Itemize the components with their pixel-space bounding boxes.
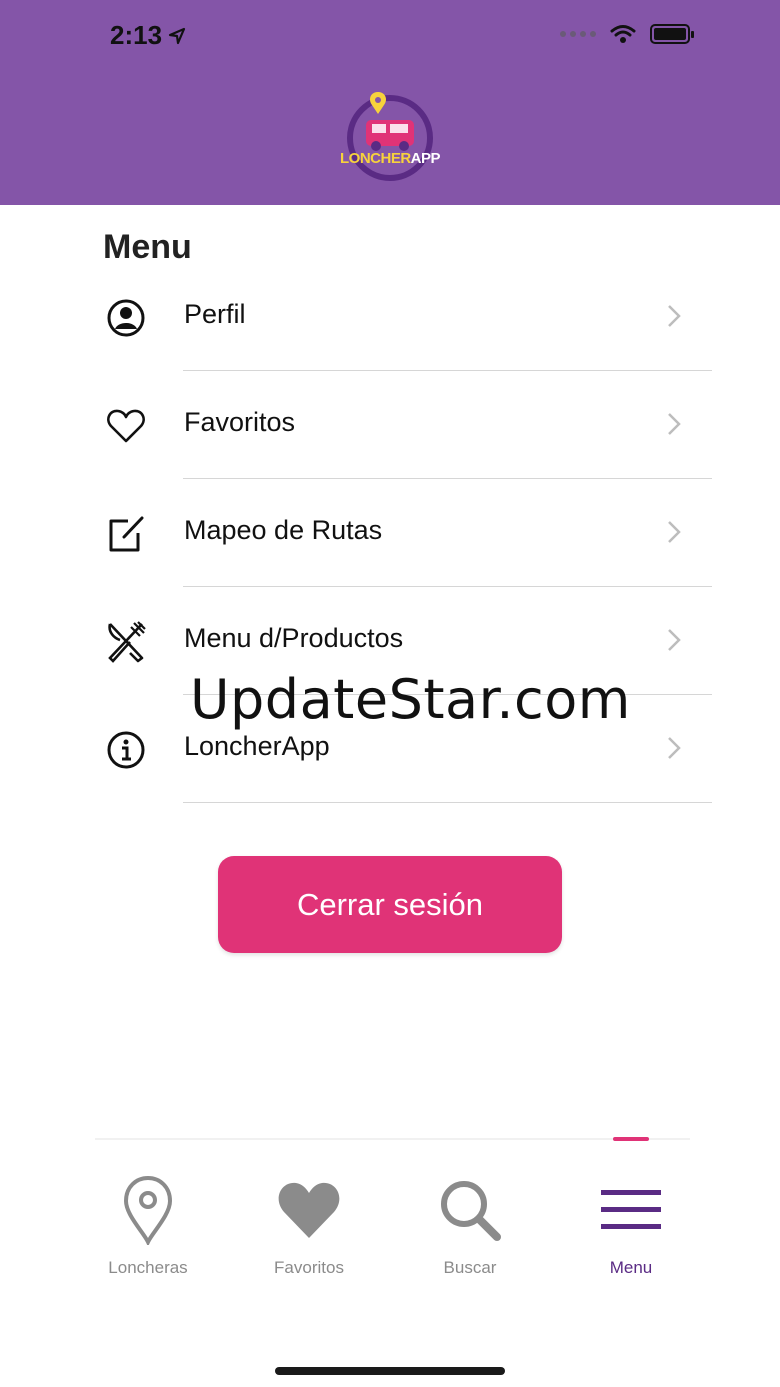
app-header: 2:13 LONCHERAPP xyxy=(0,0,780,205)
user-circle-icon xyxy=(104,296,148,340)
status-time-text: 2:13 xyxy=(110,20,163,50)
heart-outline-icon xyxy=(104,404,148,448)
menu-item-label: Menu d/Productos xyxy=(184,623,404,653)
menu-item-label: Perfil xyxy=(184,299,246,329)
chevron-right-icon xyxy=(668,413,681,435)
tab-menu[interactable]: Menu xyxy=(561,1172,701,1282)
logo-text: LONCHERAPP xyxy=(340,150,441,167)
tab-label: Menu xyxy=(609,1258,653,1277)
chevron-right-icon xyxy=(668,737,681,759)
signal-dots-icon xyxy=(560,31,596,37)
heart-icon xyxy=(239,1172,379,1248)
tabbar-divider xyxy=(95,1138,690,1140)
tab-loncheras[interactable]: Loncheras xyxy=(78,1172,218,1282)
battery-icon xyxy=(650,24,694,44)
tab-label: Buscar xyxy=(443,1258,497,1277)
home-indicator[interactable] xyxy=(275,1367,505,1375)
edit-square-icon xyxy=(104,512,148,556)
chevron-right-icon xyxy=(668,629,681,651)
chevron-right-icon xyxy=(668,305,681,327)
menu-item-favoritos[interactable]: Favoritos xyxy=(100,371,712,479)
status-icons xyxy=(560,24,694,44)
menu-item-mapeo-de-rutas[interactable]: Mapeo de Rutas xyxy=(100,479,712,587)
tab-label: Favoritos xyxy=(274,1258,344,1277)
hamburger-menu-icon xyxy=(561,1172,701,1248)
location-arrow-icon xyxy=(168,27,186,44)
page-title: Menu xyxy=(103,228,192,266)
loncherapp-logo: LONCHERAPP xyxy=(340,88,441,188)
info-icon xyxy=(104,728,148,772)
logout-button[interactable]: Cerrar sesión xyxy=(218,856,562,953)
search-icon xyxy=(400,1172,540,1248)
watermark-text: UpdateStar.com xyxy=(190,668,631,731)
tab-buscar[interactable]: Buscar xyxy=(400,1172,540,1282)
chevron-right-icon xyxy=(668,521,681,543)
divider xyxy=(183,801,712,803)
menu-item-label: LoncherApp xyxy=(184,731,330,761)
map-pin-icon xyxy=(78,1172,218,1248)
tab-label: Loncheras xyxy=(108,1258,188,1277)
menu-item-perfil[interactable]: Perfil xyxy=(100,263,712,371)
wifi-icon xyxy=(610,25,636,43)
fork-knife-icon xyxy=(104,620,148,664)
menu-item-label: Favoritos xyxy=(184,407,296,437)
active-tab-indicator xyxy=(613,1137,649,1141)
menu-item-label: Mapeo de Rutas xyxy=(184,515,383,545)
tab-favoritos[interactable]: Favoritos xyxy=(239,1172,379,1282)
status-time: 2:13 xyxy=(110,20,186,51)
